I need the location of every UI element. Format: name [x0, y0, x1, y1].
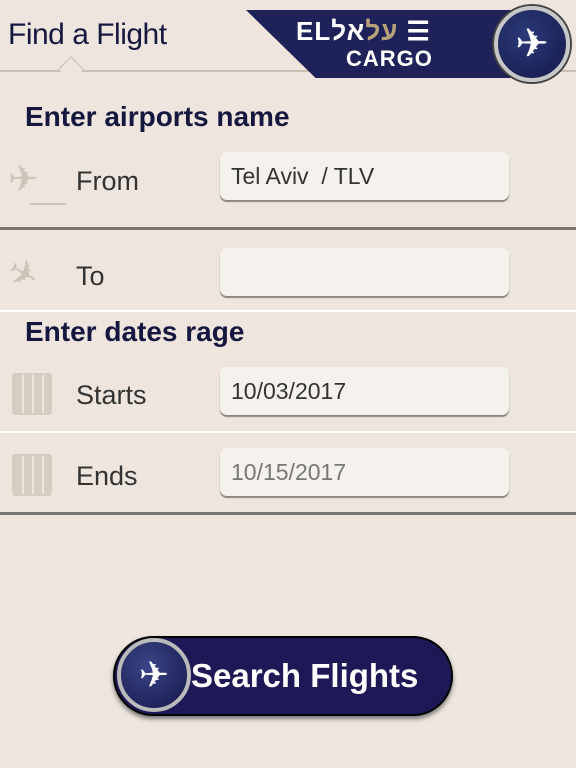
takeoff-icon-ground	[30, 203, 66, 205]
from-label: From	[76, 166, 139, 196]
from-input[interactable]	[220, 152, 509, 200]
logo-cargo: CARGO	[346, 46, 433, 71]
elal-logo: EL עלאל ☰	[296, 16, 431, 46]
starts-date-input[interactable]	[220, 367, 509, 415]
dates-heading: Enter dates rage	[25, 316, 245, 347]
tab-notch	[58, 56, 84, 82]
to-label: To	[76, 261, 105, 291]
page-title: Find a Flight	[8, 18, 167, 51]
logo-latin: EL	[296, 16, 332, 46]
ends-date-input[interactable]	[220, 448, 509, 496]
divider	[0, 512, 576, 515]
divider	[0, 310, 576, 312]
starts-label: Starts	[76, 380, 147, 410]
takeoff-icon: ✈	[8, 158, 39, 199]
airports-heading: Enter airports name	[25, 101, 290, 132]
divider	[0, 431, 576, 433]
airplane-icon: ✈	[494, 6, 570, 82]
logo-hebrew-2: אל	[331, 16, 366, 46]
divider	[0, 227, 576, 230]
airplane-icon: ✈	[117, 638, 191, 712]
landing-icon: ✈	[0, 248, 47, 299]
to-input[interactable]	[220, 248, 509, 296]
ends-label: Ends	[76, 461, 138, 491]
calendar-icon	[12, 373, 52, 415]
calendar-icon	[12, 454, 52, 496]
logo-hebrew: על	[365, 16, 399, 46]
search-flights-label: Search Flights	[191, 657, 419, 694]
